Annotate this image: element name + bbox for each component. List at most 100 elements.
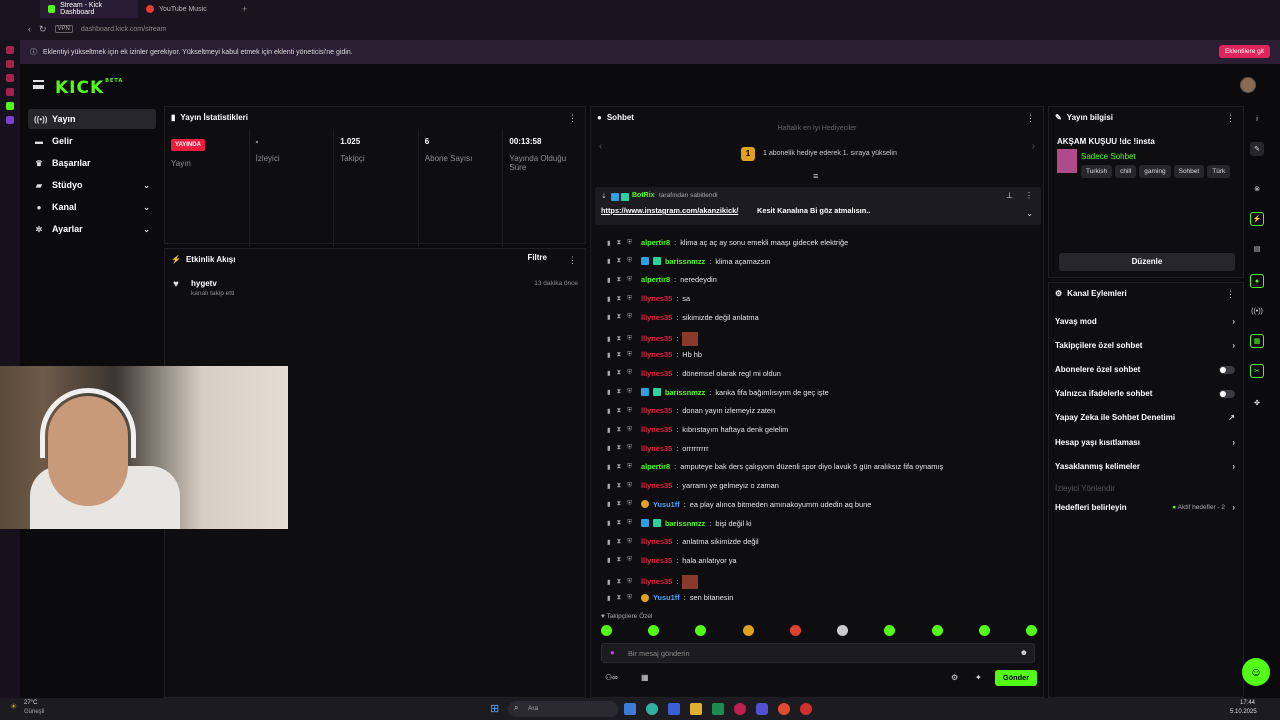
- shield-icon[interactable]: ⛨: [627, 239, 632, 247]
- chrome-icon[interactable]: [800, 703, 812, 715]
- shield-icon[interactable]: ⛨: [627, 257, 632, 265]
- trash-icon[interactable]: ▮: [607, 594, 611, 602]
- timeout-icon[interactable]: ⧗: [617, 257, 622, 265]
- nav-item-ayarlar[interactable]: ✲ Ayarlar ⌄: [28, 219, 156, 239]
- channel-action-item[interactable]: Yapay Zeka ile Sohbet Denetimi ↗: [1055, 413, 1235, 422]
- shield-icon[interactable]: ⛨: [627, 313, 632, 321]
- trash-icon[interactable]: ▮: [607, 482, 611, 490]
- weather-temp[interactable]: 27°C: [24, 700, 37, 706]
- app-icon[interactable]: [712, 703, 724, 715]
- timeout-icon[interactable]: ⧗: [617, 276, 622, 284]
- info-icon[interactable]: i: [1250, 112, 1264, 126]
- chat-toggle-icon[interactable]: ●: [1250, 274, 1264, 288]
- chat-username[interactable]: lllynes35: [641, 294, 672, 303]
- sidebar-app-icon[interactable]: [6, 88, 14, 96]
- collapse-icon[interactable]: ≡: [813, 171, 818, 181]
- channel-action-item[interactable]: Yasaklanmış kelimeler ›: [1055, 462, 1235, 471]
- shield-icon[interactable]: ⛨: [627, 594, 632, 602]
- shield-icon[interactable]: ⛨: [627, 578, 632, 586]
- timeout-icon[interactable]: ⧗: [617, 594, 622, 602]
- pinned-link[interactable]: https://www.instagram.com/akanzikick/: [601, 206, 738, 215]
- chat-username[interactable]: alpertir8: [641, 238, 670, 247]
- vpn-badge[interactable]: VPN: [54, 25, 73, 33]
- shield-icon[interactable]: ⛨: [627, 538, 632, 546]
- radio-icon[interactable]: ((•)): [1250, 304, 1264, 318]
- sidebar-app-icon[interactable]: [6, 74, 14, 82]
- edit-button[interactable]: Düzenle: [1059, 253, 1235, 271]
- chat-username[interactable]: lllynes35: [641, 350, 672, 359]
- trash-icon[interactable]: ▮: [607, 500, 611, 508]
- chat-input[interactable]: ● Bir mesaj gönderin ☻: [601, 643, 1035, 663]
- trash-icon[interactable]: ▮: [607, 295, 611, 303]
- trash-icon[interactable]: ▮: [607, 351, 611, 359]
- back-icon[interactable]: ‹: [28, 24, 31, 34]
- sidebar-app-icon[interactable]: [6, 46, 14, 54]
- discord-icon[interactable]: [756, 703, 768, 715]
- channel-action-item[interactable]: Hedefleri belirleyin ● Aktif hedefler - 2…: [1055, 503, 1235, 512]
- chat-username[interactable]: lllynes35: [641, 425, 672, 434]
- trash-icon[interactable]: ▮: [607, 538, 611, 546]
- tab-youtube-music[interactable]: YouTube Music: [138, 0, 236, 18]
- timeout-icon[interactable]: ⧗: [617, 519, 622, 527]
- timeout-icon[interactable]: ⧗: [617, 463, 622, 471]
- trash-icon[interactable]: ▮: [607, 335, 611, 343]
- tag[interactable]: Turkish: [1081, 165, 1113, 178]
- sidebar-app-icon[interactable]: [6, 116, 14, 124]
- shield-icon[interactable]: ⛨: [627, 500, 632, 508]
- timeout-icon[interactable]: ⧗: [617, 426, 622, 434]
- opera-icon[interactable]: [734, 703, 746, 715]
- taskbar-search[interactable]: ⌕ Ara: [508, 701, 618, 717]
- chevron-down-icon[interactable]: ⌄: [1026, 209, 1033, 218]
- trash-icon[interactable]: ▮: [607, 426, 611, 434]
- activity-user[interactable]: hygetv: [191, 279, 217, 288]
- chevron-right-icon[interactable]: ›: [1032, 141, 1035, 152]
- windows-start-icon[interactable]: ⊞: [490, 702, 499, 715]
- chat-username[interactable]: barissnmzz: [665, 388, 705, 397]
- more-options-icon[interactable]: ⋮: [1025, 191, 1033, 200]
- layout-icon[interactable]: ▦: [1250, 334, 1264, 348]
- channel-action-item[interactable]: Yalnızca ifadelerle sohbet: [1055, 389, 1235, 398]
- chat-username[interactable]: barissnmzz: [665, 257, 705, 266]
- filter-button[interactable]: Filtre: [527, 253, 547, 262]
- timeout-icon[interactable]: ⧗: [617, 538, 622, 546]
- emote-icon[interactable]: [931, 625, 943, 636]
- shield-icon[interactable]: ⛨: [627, 556, 632, 564]
- emote-icon[interactable]: [978, 625, 990, 636]
- emote-icon[interactable]: [884, 625, 896, 636]
- nav-item-gelir[interactable]: ▬ Gelir: [28, 131, 156, 151]
- timeout-icon[interactable]: ⧗: [617, 444, 622, 452]
- timeout-icon[interactable]: ⧗: [617, 500, 622, 508]
- chevron-left-icon[interactable]: ‹: [599, 141, 602, 152]
- timeout-icon[interactable]: ⧗: [617, 239, 622, 247]
- reload-icon[interactable]: ↻: [39, 24, 47, 35]
- chat-username[interactable]: lllynes35: [641, 481, 672, 490]
- shield-icon[interactable]: ⛨: [627, 426, 632, 434]
- nav-item-yayin[interactable]: ((•)) Yayın: [28, 109, 156, 129]
- chat-username[interactable]: lllynes35: [641, 334, 672, 343]
- shield-icon[interactable]: ⛨: [627, 335, 632, 343]
- trash-icon[interactable]: ▮: [607, 578, 611, 586]
- timeout-icon[interactable]: ⧗: [617, 335, 622, 343]
- mod-icon[interactable]: ✦: [975, 673, 982, 682]
- channel-action-item[interactable]: Yavaş mod ›: [1055, 317, 1235, 326]
- tag[interactable]: gaming: [1139, 165, 1171, 178]
- chat-username[interactable]: lllynes35: [641, 313, 672, 322]
- timeout-icon[interactable]: ⧗: [617, 369, 622, 377]
- sidebar-app-icon[interactable]: [6, 60, 14, 68]
- toggle-switch[interactable]: [1219, 365, 1235, 374]
- timeout-icon[interactable]: ⧗: [617, 388, 622, 396]
- share-icon[interactable]: ✤: [1250, 396, 1264, 410]
- timeout-icon[interactable]: ⧗: [617, 578, 622, 586]
- chat-username[interactable]: barissnmzz: [665, 519, 705, 528]
- clock-time[interactable]: 17:44: [1240, 700, 1255, 706]
- more-options-icon[interactable]: ⋮: [1026, 113, 1035, 124]
- trash-icon[interactable]: ▮: [607, 407, 611, 415]
- tag[interactable]: Sohbet: [1173, 165, 1205, 178]
- stream-icon[interactable]: ⊗: [1250, 182, 1264, 196]
- send-button[interactable]: Gönder: [995, 670, 1037, 686]
- chat-username[interactable]: Yusu1ff: [653, 593, 680, 602]
- more-options-icon[interactable]: ⋮: [568, 113, 577, 124]
- shield-icon[interactable]: ⛨: [627, 463, 632, 471]
- chat-username[interactable]: lllynes35: [641, 537, 672, 546]
- trash-icon[interactable]: ▮: [607, 388, 611, 396]
